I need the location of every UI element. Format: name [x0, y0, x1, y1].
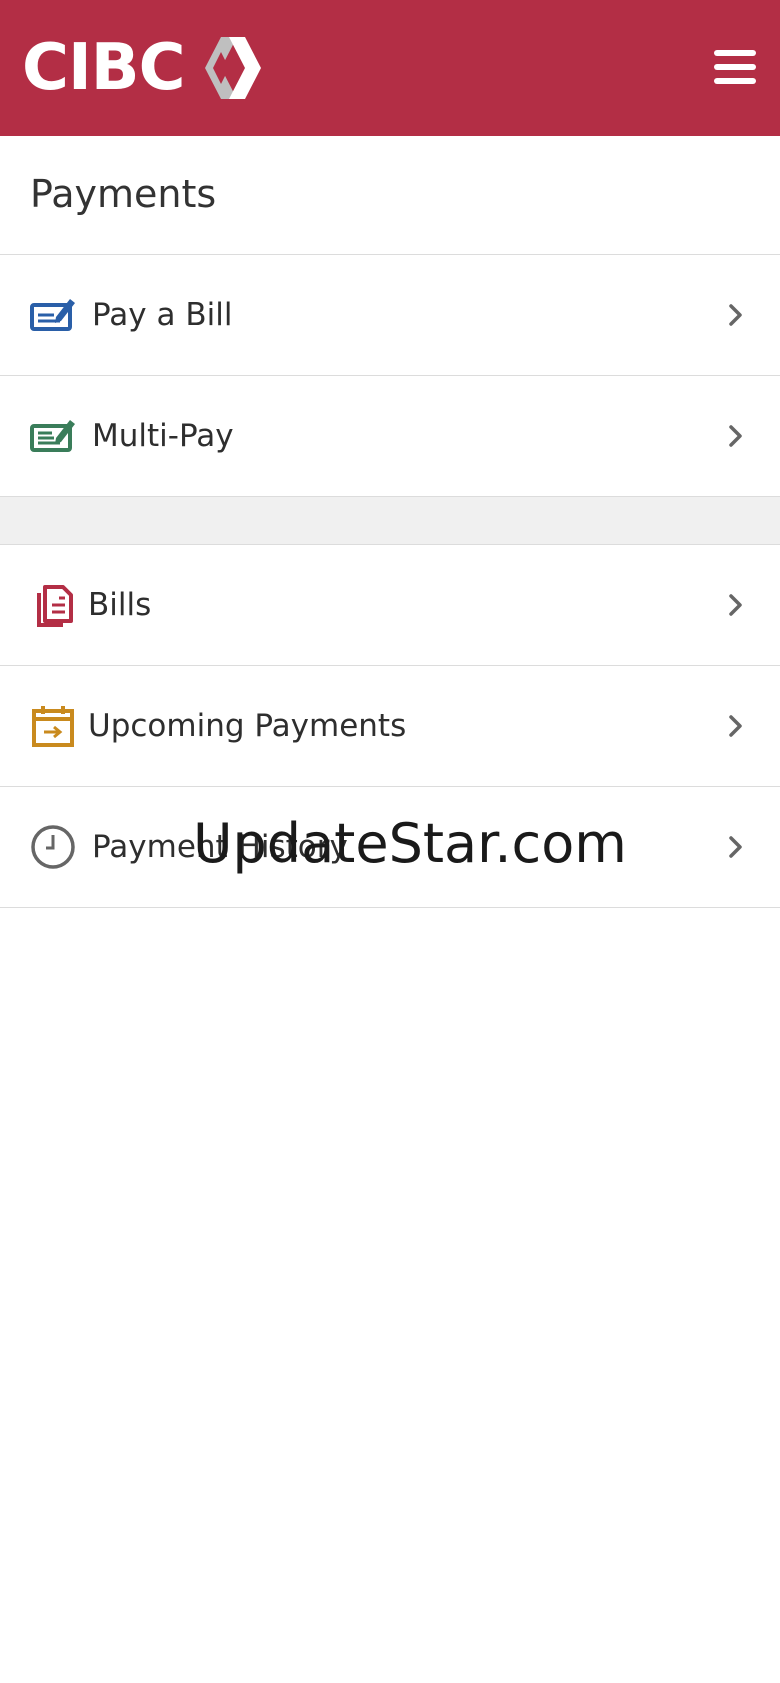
primary-payment-actions: Pay a Bill Multi-Pay [0, 254, 780, 497]
bills-label: Bills [88, 587, 152, 623]
hamburger-menu-icon[interactable] [714, 48, 758, 86]
multi-pay-icon [29, 412, 77, 460]
clock-icon [29, 823, 77, 871]
chevron-right-icon [729, 425, 742, 447]
section-divider [0, 497, 780, 544]
calendar-arrow-icon [29, 702, 77, 750]
list-item-payment-history[interactable]: Payment History [0, 787, 780, 908]
app-header: CIBC [0, 0, 780, 136]
multi-pay-label: Multi-Pay [92, 418, 234, 454]
chevron-right-icon [729, 836, 742, 858]
page-title: Payments [30, 172, 217, 216]
brand-wordmark: CIBC [22, 31, 186, 105]
list-item-upcoming-payments[interactable]: Upcoming Payments [0, 666, 780, 787]
secondary-payment-actions: Bills Upcoming Payments Payment History [0, 544, 780, 908]
chevron-right-icon [729, 594, 742, 616]
chevron-right-icon [729, 715, 742, 737]
list-item-pay-a-bill[interactable]: Pay a Bill [0, 255, 780, 376]
list-item-bills[interactable]: Bills [0, 545, 780, 666]
payment-history-label: Payment History [92, 829, 348, 865]
cibc-logo[interactable]: CIBC [22, 34, 261, 102]
chevron-right-icon [729, 304, 742, 326]
pay-bill-icon [29, 291, 77, 339]
cibc-logo-mark-icon [204, 37, 261, 99]
upcoming-payments-label: Upcoming Payments [88, 708, 407, 744]
pay-a-bill-label: Pay a Bill [92, 297, 233, 333]
list-item-multi-pay[interactable]: Multi-Pay [0, 376, 780, 497]
bills-document-icon [29, 581, 77, 629]
